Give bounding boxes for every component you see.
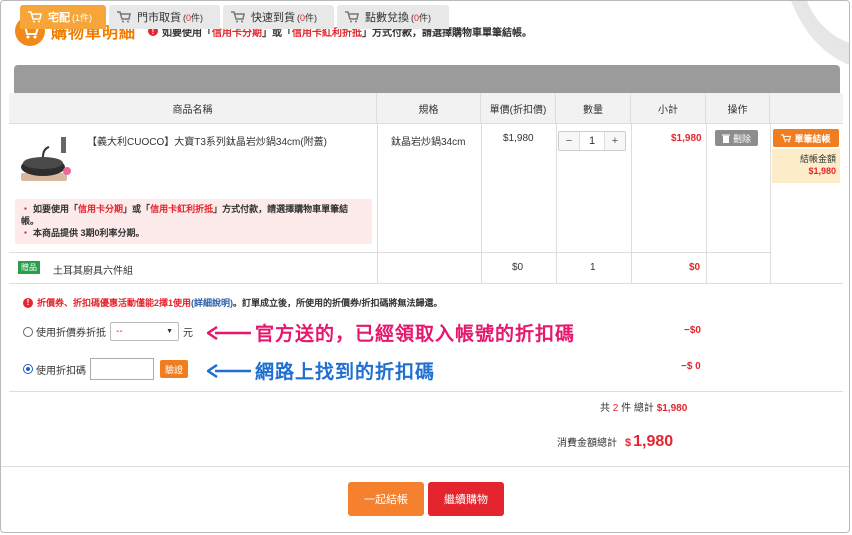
cart-icon — [28, 11, 42, 23]
discount-code-label: 使用折扣碼 — [36, 365, 86, 377]
discount-code-row: 使用折扣碼 驗證 — [23, 358, 188, 380]
product-name[interactable]: 【義大利CUOCO】大寶T3系列鈦晶岩炒鍋34cm(附蓋) — [87, 133, 327, 148]
arrow-left-icon — [207, 363, 251, 378]
gift-subtotal: $0 — [689, 262, 701, 273]
tab-home-delivery[interactable]: 宅配 (1件) — [20, 5, 106, 29]
delivery-tabs — [14, 65, 840, 93]
cart-icon — [345, 11, 359, 23]
tab-fast-delivery[interactable]: 快速到貨 (0件) — [223, 5, 334, 29]
gift-qty: 1 — [590, 262, 596, 273]
cart-icon — [117, 11, 131, 23]
qty-value[interactable]: 1 — [579, 132, 605, 150]
coupon-select-value: -- — [116, 326, 123, 337]
discount-code-radio[interactable] — [23, 364, 33, 374]
tab-count: (0件) — [411, 12, 432, 23]
product-spec: 鈦晶岩炒鍋34cm — [391, 137, 466, 148]
cart-icon — [781, 133, 792, 142]
product-image-wok — [17, 133, 73, 189]
tab-count: (0件) — [297, 12, 318, 23]
divider — [631, 124, 632, 284]
tab-count: (1件) — [72, 12, 93, 23]
annotation-online-code: 網路上找到的折扣碼 — [207, 357, 435, 384]
item-count-total: 共 2 件 總計 $1,980 — [600, 403, 688, 414]
quantity-stepper: − 1 + — [558, 131, 626, 151]
tab-label: 門市取貨 — [137, 12, 181, 24]
continue-shopping-button[interactable]: 繼續購物 — [428, 482, 504, 516]
gift-badge: 贈品 — [18, 261, 40, 274]
checkout-amount-value: $1,980 — [808, 166, 836, 176]
verify-button[interactable]: 驗證 — [160, 360, 188, 378]
tab-points-redeem[interactable]: 點數兌換 (0件) — [337, 5, 449, 29]
cart-panel: 購物車明細 ! 如要使用「 信用卡分期 」或「 信用卡紅利折抵 」方式付款，請選擇購物車… — [0, 0, 850, 533]
cart-icon — [231, 11, 245, 23]
grand-total-label: 消費金額總計 — [557, 438, 617, 449]
gift-name: 土耳其廚具六件組 — [53, 266, 133, 277]
divider — [556, 124, 557, 284]
annotation-text: 網路上找到的折扣碼 — [255, 362, 436, 383]
divider — [1, 466, 849, 467]
col-header-price: 單價(折扣價) — [481, 93, 556, 124]
divider — [706, 124, 707, 284]
coupon-note-text: 。訂單成立後，所使用的折價券/折扣碼將無法歸還。 — [233, 298, 443, 308]
coupon-note-highlight: 折價券、折扣碼優惠活動僅能2擇1使用 — [37, 298, 192, 308]
divider — [770, 124, 771, 284]
col-header-product: 商品名稱 — [9, 93, 377, 124]
delete-label: 刪除 — [732, 133, 751, 144]
dropdown-arrow-icon: ▼ — [166, 328, 173, 335]
note-zero-interest: ・本商品提供 3期0利率分期。 — [21, 228, 145, 238]
coupon-discount-amount: −$0 — [684, 325, 701, 336]
product-notes: ・如要使用「信用卡分期」或「信用卡紅利折抵」方式付款，請選擇購物車單筆結帳。 ・… — [15, 199, 372, 244]
tab-label: 快速到貨 — [251, 12, 295, 24]
warning-icon: ! — [23, 297, 33, 308]
divider — [377, 124, 378, 284]
coupon-details-link[interactable]: (詳細說明) — [191, 296, 233, 309]
arrow-left-icon — [207, 325, 251, 340]
page-curl-decoration — [785, 1, 849, 65]
grand-total-value: 1,980 — [633, 433, 674, 450]
coupon-unit: 元 — [183, 328, 193, 339]
coupon-option-label: 使用折價券折抵 — [36, 328, 106, 339]
annotation-text: 官方送的，已經領取入帳號的折扣碼 — [255, 324, 576, 345]
delete-button[interactable]: 刪除 — [715, 130, 758, 146]
trash-icon — [721, 134, 730, 143]
divider — [481, 124, 482, 284]
checkout-all-button[interactable]: 一起結帳 — [348, 482, 424, 516]
coupon-note: ! 折價券、折扣碼優惠活動僅能2擇1使用 (詳細說明) 。訂單成立後，所使用的折價券… — [23, 296, 443, 309]
grand-total: 消費金額總計 $ 1,980 — [557, 433, 673, 451]
divider — [9, 252, 770, 253]
product-subtotal: $1,980 — [671, 133, 702, 144]
checkout-amount-box: 結帳金額 $1,980 — [772, 149, 840, 183]
col-header-qty: 數量 — [556, 93, 631, 124]
single-checkout-label: 單筆結帳 — [794, 133, 831, 144]
coupon-radio[interactable] — [23, 326, 33, 337]
grand-total-currency: $ — [625, 437, 632, 449]
divider — [9, 283, 843, 284]
single-checkout-button[interactable]: 單筆結帳 — [773, 129, 839, 147]
qty-increase-button[interactable]: + — [605, 132, 625, 150]
annotation-official-code: 官方送的，已經領取入帳號的折扣碼 — [207, 319, 575, 346]
coupon-option-row: 使用折價券折抵 -- ▼ 元 — [23, 322, 193, 341]
tab-label: 宅配 — [48, 12, 70, 24]
note-installment: ・如要使用「信用卡分期」或「信用卡紅利折抵」方式付款，請選擇購物車單筆結帳。 — [21, 204, 349, 226]
coupon-select[interactable]: -- ▼ — [110, 322, 179, 341]
gift-price: $0 — [512, 262, 524, 273]
discount-code-input[interactable] — [90, 358, 154, 380]
qty-decrease-button[interactable]: − — [559, 132, 579, 150]
col-header-spec: 規格 — [377, 93, 481, 124]
tab-count: (0件) — [183, 12, 204, 23]
product-price: $1,980 — [503, 133, 534, 144]
col-header-blank — [770, 93, 843, 124]
checkout-amount-label: 結帳金額 — [799, 154, 836, 164]
col-header-action: 操作 — [706, 93, 770, 124]
tab-store-pickup[interactable]: 門市取貨 (0件) — [109, 5, 220, 29]
tab-label: 點數兌換 — [365, 12, 409, 24]
col-header-subtotal: 小計 — [631, 93, 706, 124]
discount-code-amount: −$ 0 — [681, 361, 701, 372]
divider — [9, 391, 843, 392]
